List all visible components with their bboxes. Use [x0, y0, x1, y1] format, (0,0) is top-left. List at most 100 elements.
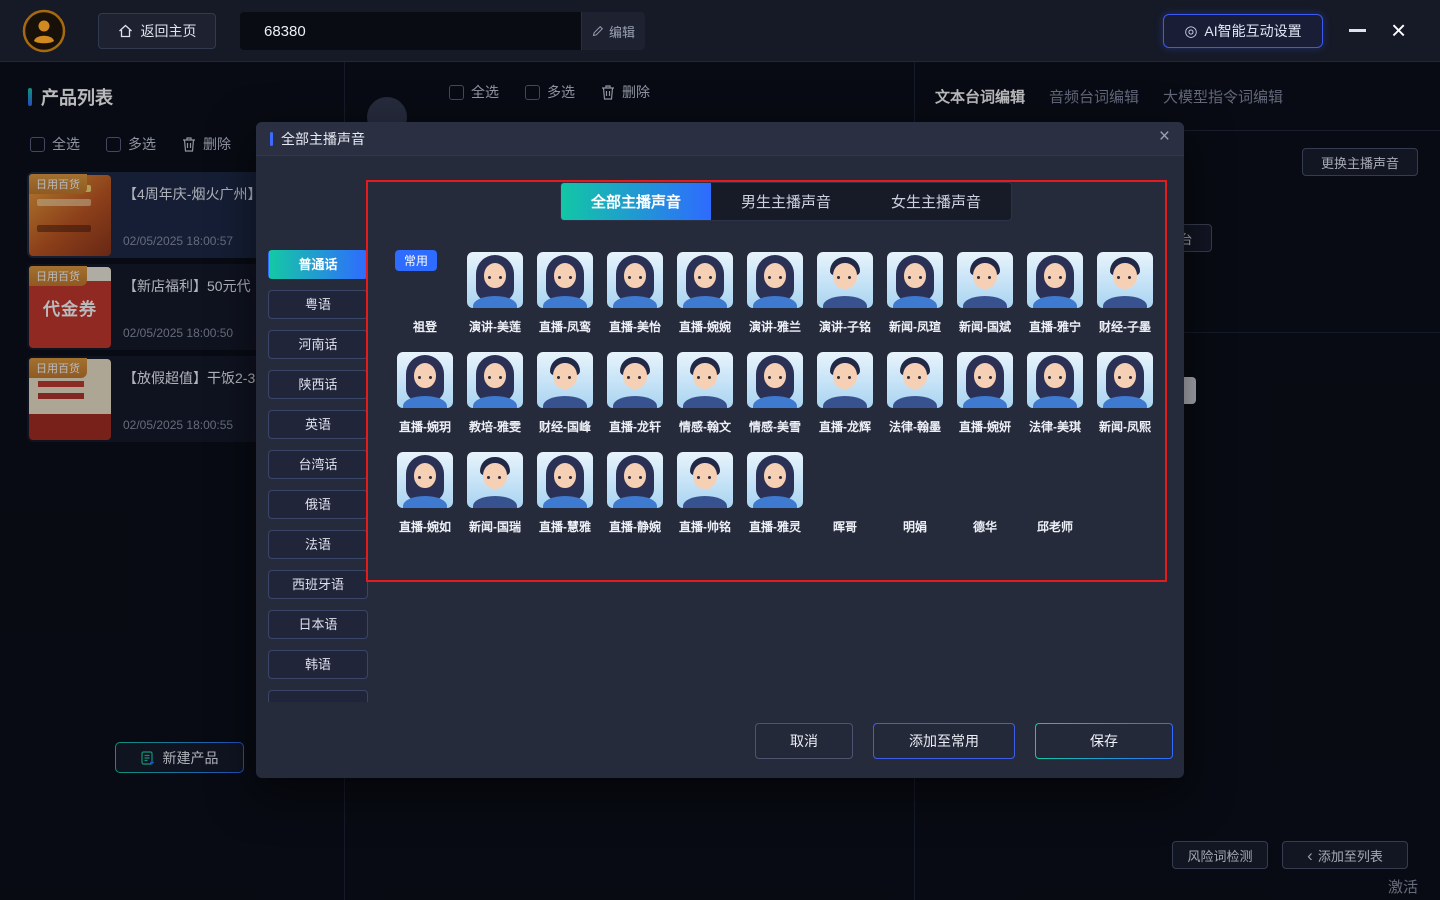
- window-close-icon[interactable]: ×: [1391, 15, 1406, 45]
- voice-item[interactable]: 教培-雅雯: [460, 348, 530, 448]
- voice-item[interactable]: 直播-美怡: [600, 248, 670, 348]
- voice-avatar-slot: [390, 348, 460, 410]
- minimize-button[interactable]: [1349, 29, 1366, 32]
- avatar-face: [973, 263, 997, 289]
- app-logo-icon: [22, 9, 66, 53]
- voice-item[interactable]: 新闻-凤瑄: [880, 248, 950, 348]
- voice-item[interactable]: 新闻-国瑞: [460, 448, 530, 548]
- voice-item[interactable]: 德华: [950, 448, 1020, 548]
- voice-item[interactable]: 演讲-美莲: [460, 248, 530, 348]
- voice-avatar-slot: [880, 248, 950, 310]
- voice-avatar: [957, 252, 1013, 308]
- voice-item[interactable]: 法律-美琪: [1020, 348, 1090, 448]
- voice-avatar: [887, 352, 943, 408]
- edit-room-button[interactable]: 编辑: [581, 12, 645, 50]
- voice-name: 直播-雅宁: [1020, 318, 1090, 335]
- voice-item[interactable]: 直播-婉玥: [390, 348, 460, 448]
- language-option[interactable]: 台湾话: [268, 450, 368, 479]
- voice-avatar-slot: [460, 348, 530, 410]
- favorite-badge: 常用: [395, 250, 437, 271]
- add-to-favorites-button[interactable]: 添加至常用: [873, 723, 1015, 759]
- voice-avatar-slot: [530, 448, 600, 510]
- voice-category-tabs: 全部主播声音 男生主播声音 女生主播声音: [560, 182, 1012, 221]
- voice-avatar: [397, 452, 453, 508]
- voice-item[interactable]: 财经-子墨: [1090, 248, 1160, 348]
- avatar-face: [483, 463, 507, 489]
- voice-avatar-slot: [740, 448, 810, 510]
- voice-avatar-slot: [1020, 248, 1090, 310]
- avatar-shirt: [403, 396, 447, 408]
- save-button[interactable]: 保存: [1035, 723, 1173, 759]
- voice-item[interactable]: 直播-静婉: [600, 448, 670, 548]
- avatar-shirt: [473, 496, 517, 508]
- voice-item[interactable]: 直播-雅灵: [740, 448, 810, 548]
- voice-item[interactable]: 直播-龙辉: [810, 348, 880, 448]
- language-option[interactable]: 粤语: [268, 290, 368, 319]
- room-id-input[interactable]: 68380: [240, 12, 581, 50]
- voice-avatar: [747, 452, 803, 508]
- voice-avatar: [677, 452, 733, 508]
- voice-item[interactable]: 直播-龙轩: [600, 348, 670, 448]
- voice-avatar-slot: [1020, 448, 1090, 510]
- avatar-shirt: [613, 496, 657, 508]
- voice-avatar: [817, 352, 873, 408]
- voice-item[interactable]: 演讲-子铭: [810, 248, 880, 348]
- voice-item[interactable]: 直播-帅铭: [670, 448, 740, 548]
- voice-item[interactable]: 直播-婉婉: [670, 248, 740, 348]
- avatar-shirt: [1103, 296, 1147, 308]
- voice-avatar-slot: [1090, 248, 1160, 310]
- avatar-shirt: [473, 296, 517, 308]
- pencil-icon: [592, 25, 604, 37]
- voice-item[interactable]: 法律-翰墨: [880, 348, 950, 448]
- voice-name: 邱老师: [1020, 518, 1090, 535]
- voice-tab[interactable]: 男生主播声音: [711, 183, 861, 220]
- close-icon[interactable]: ×: [1159, 126, 1170, 148]
- language-option[interactable]: 韩语: [268, 650, 368, 679]
- voice-item[interactable]: 情感-翰文: [670, 348, 740, 448]
- voice-item[interactable]: 演讲-雅兰: [740, 248, 810, 348]
- voice-item[interactable]: 新闻-国斌: [950, 248, 1020, 348]
- avatar-face: [414, 463, 436, 488]
- avatar-face: [833, 263, 857, 289]
- voice-avatar-slot: [810, 448, 880, 510]
- language-option[interactable]: 普通话: [268, 250, 368, 279]
- language-option[interactable]: 法语: [268, 530, 368, 559]
- voice-avatar: [467, 352, 523, 408]
- voice-item[interactable]: 新闻-凤熙: [1090, 348, 1160, 448]
- voice-avatar-slot: [390, 448, 460, 510]
- avatar-shirt: [1033, 296, 1077, 308]
- voice-item[interactable]: 明娟: [880, 448, 950, 548]
- ai-interaction-settings-button[interactable]: ◎ AI智能互动设置: [1163, 14, 1323, 48]
- voice-item[interactable]: 晖哥: [810, 448, 880, 548]
- language-option[interactable]: 陕西话: [268, 370, 368, 399]
- voice-avatar-slot: [1020, 348, 1090, 410]
- language-option[interactable]: 俄语: [268, 490, 368, 519]
- avatar-shirt: [823, 396, 867, 408]
- voice-item[interactable]: 财经-国峰: [530, 348, 600, 448]
- cancel-button[interactable]: 取消: [755, 723, 853, 759]
- language-option[interactable]: 西班牙语: [268, 570, 368, 599]
- voice-item[interactable]: 情感-美雪: [740, 348, 810, 448]
- voice-item[interactable]: 邱老师: [1020, 448, 1090, 548]
- voice-tab[interactable]: 女生主播声音: [861, 183, 1011, 220]
- language-option[interactable]: 英语: [268, 410, 368, 439]
- voice-item[interactable]: 直播-雅宁: [1020, 248, 1090, 348]
- voice-avatar: [887, 252, 943, 308]
- voice-item[interactable]: 直播-婉妍: [950, 348, 1020, 448]
- voice-item[interactable]: 直播-婉如: [390, 448, 460, 548]
- voice-tab[interactable]: 全部主播声音: [561, 183, 711, 220]
- language-option[interactable]: [268, 690, 368, 702]
- voice-name: 情感-美雪: [740, 418, 810, 435]
- voice-item[interactable]: 常用 祖登: [390, 248, 460, 348]
- voice-name: 祖登: [390, 318, 460, 335]
- language-option[interactable]: 日本语: [268, 610, 368, 639]
- avatar-face: [554, 463, 576, 488]
- language-option[interactable]: 河南话: [268, 330, 368, 359]
- avatar-face: [623, 363, 647, 389]
- voice-item[interactable]: 直播-凤鸾: [530, 248, 600, 348]
- avatar-face: [693, 463, 717, 489]
- avatar-shirt: [1033, 396, 1077, 408]
- voice-avatar-slot: [530, 348, 600, 410]
- voice-item[interactable]: 直播-慧雅: [530, 448, 600, 548]
- back-home-button[interactable]: 返回主页: [98, 13, 216, 49]
